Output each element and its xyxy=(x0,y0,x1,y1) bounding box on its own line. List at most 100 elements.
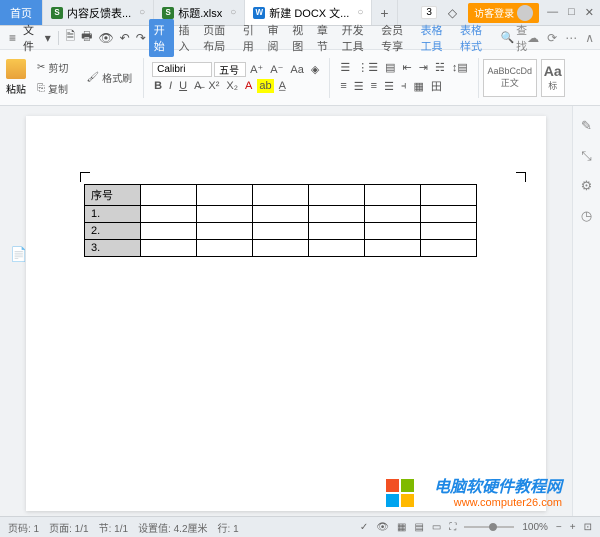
font-name-select[interactable] xyxy=(152,62,212,77)
clipboard-icon xyxy=(6,59,26,79)
menu-references[interactable]: 引用 xyxy=(238,19,263,57)
outline-view-icon[interactable]: ▤ xyxy=(414,522,423,533)
table-header-cell[interactable]: 序号 xyxy=(85,185,141,206)
maximize-button[interactable]: □ xyxy=(568,6,575,19)
pencil-icon[interactable]: ✎ xyxy=(581,118,592,134)
bullet-list-icon[interactable]: ☰ xyxy=(338,60,352,75)
collapse-ribbon-icon[interactable]: ∧ xyxy=(585,31,594,45)
menu-start[interactable]: 开始 xyxy=(149,19,174,57)
style-normal[interactable]: AaBbCcDd 正文 xyxy=(483,59,537,97)
cloud-icon[interactable]: ☁ xyxy=(527,31,539,45)
file-menu[interactable]: 文件 xyxy=(23,22,38,54)
close-button[interactable]: ✕ xyxy=(585,6,594,19)
table-cell[interactable]: 1. xyxy=(85,206,141,223)
spreadsheet-icon: S xyxy=(51,7,63,19)
properties-icon[interactable]: ◷ xyxy=(581,208,592,224)
underline-button[interactable]: U xyxy=(177,79,189,93)
select-icon[interactable]: ⤡ xyxy=(581,148,591,164)
font-size-select[interactable] xyxy=(214,62,246,77)
document-table[interactable]: 序号 1. 2. 3. xyxy=(84,184,477,257)
zoom-level[interactable]: 100% xyxy=(522,522,548,533)
undo-icon[interactable]: ↶ xyxy=(120,31,130,45)
menu-table-style[interactable]: 表格样式 xyxy=(455,19,494,57)
close-icon[interactable]: ○ xyxy=(139,7,145,18)
multilevel-list-icon[interactable]: ▤ xyxy=(383,60,397,75)
align-justify-icon[interactable]: ☰ xyxy=(382,79,396,94)
decrease-font-icon[interactable]: A⁻ xyxy=(268,62,285,77)
page-count[interactable]: 页面: 1/1 xyxy=(49,520,88,535)
zoom-in-icon[interactable]: + xyxy=(570,522,576,533)
spell-check-icon[interactable]: ✓ xyxy=(360,522,368,533)
borders-icon[interactable]: 田 xyxy=(429,77,444,95)
indent-right-icon[interactable]: ⇥ xyxy=(417,60,430,75)
align-right-icon[interactable]: ≡ xyxy=(369,79,379,93)
minimize-button[interactable]: — xyxy=(547,6,558,19)
fullscreen-icon[interactable]: ⛶ xyxy=(449,522,456,533)
align-left-icon[interactable]: ≡ xyxy=(338,79,348,93)
document-options-icon[interactable]: 📄 xyxy=(10,246,27,263)
menu-chapter[interactable]: 章节 xyxy=(312,19,337,57)
increase-font-icon[interactable]: A⁺ xyxy=(248,62,265,77)
menu-review[interactable]: 审阅 xyxy=(262,19,287,57)
number-list-icon[interactable]: ⋮☰ xyxy=(355,60,380,75)
fit-page-icon[interactable]: ⊡ xyxy=(584,522,592,533)
print-icon[interactable]: 🖶 xyxy=(81,27,92,48)
indent-left-icon[interactable]: ⇤ xyxy=(401,60,414,75)
table-row: 3. xyxy=(85,240,477,257)
paste-button[interactable]: 粘贴 xyxy=(6,59,26,96)
menu-icon[interactable]: ≡ xyxy=(9,31,16,45)
align-center-icon[interactable]: ☰ xyxy=(352,79,366,94)
position-value[interactable]: 设置值: 4.2厘米 xyxy=(138,520,207,535)
print-layout-icon[interactable]: ▦ xyxy=(397,522,406,533)
web-layout-icon[interactable]: ▭ xyxy=(432,522,441,533)
table-cell[interactable]: 2. xyxy=(85,223,141,240)
change-case-icon[interactable]: Aa xyxy=(288,63,305,77)
preview-icon[interactable]: 👁 xyxy=(98,31,113,45)
page-number[interactable]: 页码: 1 xyxy=(8,520,39,535)
close-icon[interactable]: ○ xyxy=(230,7,236,18)
section-count[interactable]: 节: 1/1 xyxy=(99,520,128,535)
vip-badge[interactable]: 3 xyxy=(421,6,437,19)
cut-button[interactable]: ✂ 剪切 xyxy=(34,58,71,77)
text-tools-icon[interactable]: ☵ xyxy=(433,60,447,75)
close-icon[interactable]: ○ xyxy=(357,7,363,18)
menu-devtools[interactable]: 开发工具 xyxy=(337,19,376,57)
distribute-icon[interactable]: ⫞ xyxy=(399,79,409,94)
reading-view-icon[interactable]: 👁 xyxy=(376,522,389,533)
character-scale-button[interactable]: A̲ xyxy=(277,79,288,93)
spreadsheet-icon: S xyxy=(162,7,174,19)
tab-doc-0[interactable]: S 内容反馈表... ○ xyxy=(43,0,154,25)
strike-button[interactable]: A̶ xyxy=(192,79,203,93)
notification-icon[interactable]: ◇ xyxy=(448,6,457,20)
menu-insert[interactable]: 插入 xyxy=(174,19,199,57)
font-color-button[interactable]: A xyxy=(243,79,254,93)
redo-icon[interactable]: ↷ xyxy=(136,31,146,45)
table-cell[interactable]: 3. xyxy=(85,240,141,257)
zoom-out-icon[interactable]: − xyxy=(556,522,562,533)
copy-button[interactable]: ⎘ 复制 xyxy=(34,79,71,98)
share-icon[interactable]: ⋯ xyxy=(565,31,577,45)
row-number[interactable]: 行: 1 xyxy=(218,520,239,535)
zoom-slider[interactable] xyxy=(464,526,514,528)
format-painter-button[interactable]: 🖌 格式刷 xyxy=(83,68,135,87)
subscript-button[interactable]: X₂ xyxy=(224,79,240,93)
settings-slider-icon[interactable]: ⚙ xyxy=(581,178,593,194)
sync-icon[interactable]: ⟳ xyxy=(547,31,557,45)
menu-member[interactable]: 会员专享 xyxy=(376,19,415,57)
menu-view[interactable]: 视图 xyxy=(287,19,312,57)
save-icon[interactable]: 🗎 xyxy=(65,27,75,48)
style-heading[interactable]: Aa 标 xyxy=(541,59,565,97)
chevron-down-icon[interactable]: ▾ xyxy=(45,31,51,45)
line-spacing-icon[interactable]: ↕▤ xyxy=(450,60,470,75)
search-box[interactable]: 🔍 查找 xyxy=(500,22,527,54)
highlight-button[interactable]: ab xyxy=(257,79,273,93)
menu-table-tools[interactable]: 表格工具 xyxy=(416,19,455,57)
superscript-button[interactable]: X² xyxy=(206,79,221,93)
ribbon: 粘贴 ✂ 剪切 ⎘ 复制 🖌 格式刷 A⁺ A⁻ Aa ◈ B I U A̶ X… xyxy=(0,50,600,106)
menu-layout[interactable]: 页面布局 xyxy=(198,19,237,57)
document-page[interactable]: 序号 1. 2. 3. xyxy=(26,116,546,511)
clear-format-icon[interactable]: ◈ xyxy=(309,62,321,77)
italic-button[interactable]: I xyxy=(167,79,174,93)
shading-icon[interactable]: ▦ xyxy=(411,79,425,94)
bold-button[interactable]: B xyxy=(152,79,164,93)
